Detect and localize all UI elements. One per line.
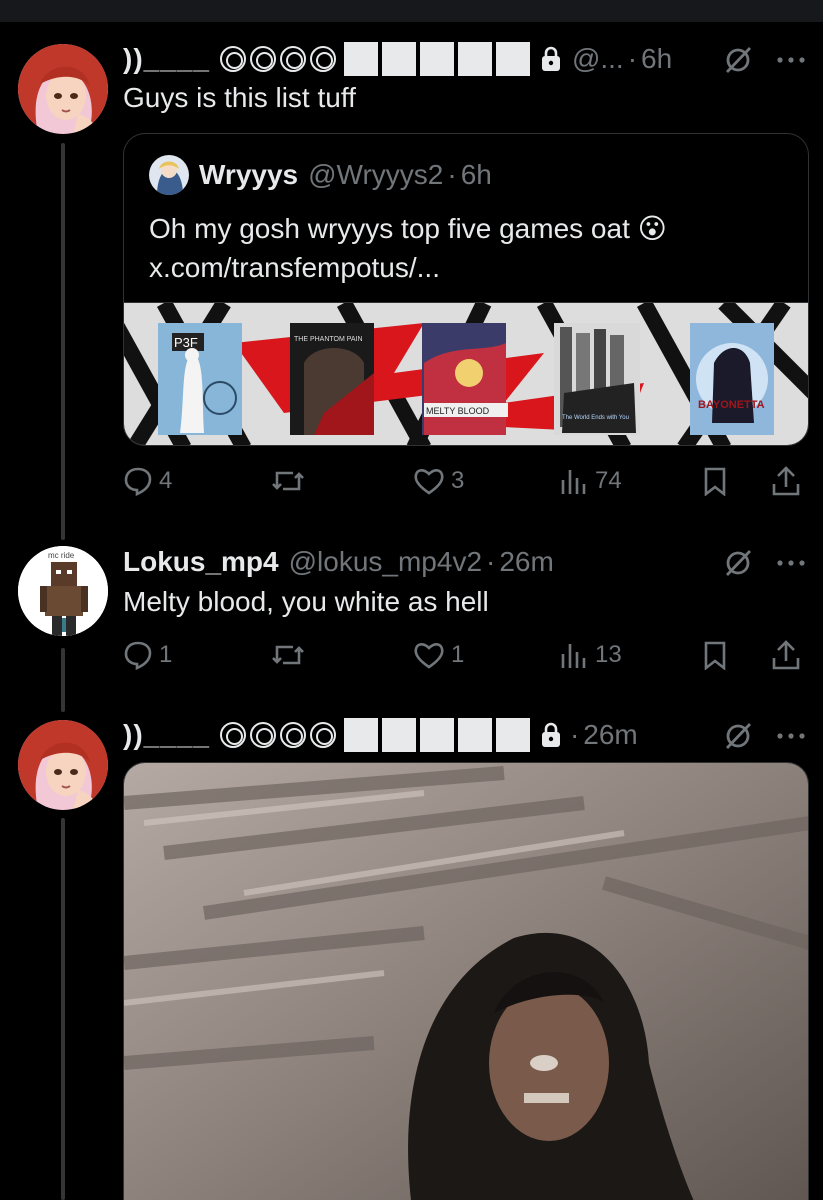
tweet-text: Melty blood, you white as hell — [123, 586, 489, 617]
tweet-media-image[interactable] — [123, 762, 809, 1200]
tweet-text: Guys is this list tuff — [123, 82, 356, 113]
timestamp[interactable]: 26m — [499, 546, 553, 578]
grok-icon[interactable] — [722, 720, 754, 752]
game-title: MELTY BLOOD — [426, 406, 490, 416]
game-title: BAYONETTA — [698, 399, 765, 411]
lock-icon — [540, 722, 562, 748]
game-title: The World Ends with You — [562, 415, 629, 421]
views-icon — [559, 466, 589, 496]
thread-connector — [61, 818, 65, 1200]
views-count: 13 — [595, 641, 622, 668]
share-icon — [771, 465, 801, 497]
game-title: THE PHANTOM PAIN — [294, 336, 363, 343]
share-icon — [771, 639, 801, 671]
quote-handle[interactable]: @Wryyys2 — [308, 159, 443, 191]
timestamp[interactable]: 26m — [583, 719, 637, 751]
quote-text-line: Oh my gosh wryyys top five games oat — [149, 213, 630, 244]
thread-connector — [61, 143, 65, 540]
quote-text: Oh my gosh wryyys top five games oat 😮 — [149, 212, 667, 245]
avatar-caption: mc ride — [48, 551, 75, 560]
handle[interactable]: @... — [572, 43, 624, 75]
grok-icon[interactable] — [722, 547, 754, 579]
separator: · — [486, 546, 496, 577]
share-button[interactable] — [771, 463, 801, 499]
like-count: 1 — [451, 641, 465, 668]
separator: · — [569, 719, 580, 750]
more-icon[interactable] — [776, 731, 806, 741]
bookmark-icon — [701, 640, 729, 670]
like-button[interactable]: 1 — [413, 637, 464, 673]
views-icon — [559, 640, 589, 670]
quote-avatar[interactable] — [149, 155, 189, 195]
views-count: 74 — [595, 467, 622, 494]
reply-icon — [123, 466, 153, 496]
display-name[interactable]: ))____ — [123, 719, 210, 751]
bookmark-button[interactable] — [701, 463, 729, 499]
like-icon — [413, 640, 445, 670]
views-button[interactable]: 13 — [559, 637, 622, 673]
reply-count: 4 — [159, 467, 173, 494]
reply-button[interactable]: 1 — [123, 637, 172, 673]
emoji: 😮 — [637, 212, 667, 245]
handle[interactable]: @lokus_mp4v2 — [289, 546, 482, 578]
like-button[interactable]: 3 — [413, 463, 464, 499]
quote-display-name[interactable]: Wryyys — [199, 159, 298, 191]
retweet-icon — [271, 466, 305, 496]
like-icon — [413, 466, 445, 496]
share-button[interactable] — [771, 637, 801, 673]
thread-connector — [61, 648, 65, 712]
grok-icon[interactable] — [722, 44, 754, 76]
game-title: P3F — [174, 335, 198, 350]
quote-timestamp[interactable]: 6h — [461, 159, 492, 191]
name-decoration — [343, 42, 530, 76]
separator: · — [447, 159, 457, 190]
more-icon[interactable] — [776, 558, 806, 568]
top-bar — [0, 0, 823, 22]
retweet-icon — [271, 640, 305, 670]
reply-count: 1 — [159, 641, 173, 668]
reply-icon — [123, 640, 153, 670]
bookmark-button[interactable] — [701, 637, 729, 673]
views-button[interactable]: 74 — [559, 463, 622, 499]
bookmark-icon — [701, 466, 729, 496]
reply-button[interactable]: 4 — [123, 463, 172, 499]
lock-icon — [540, 46, 562, 72]
name-decoration — [219, 722, 336, 748]
more-icon[interactable] — [776, 55, 806, 65]
display-name[interactable]: ))____ — [123, 43, 210, 75]
avatar[interactable] — [18, 44, 108, 134]
timestamp[interactable]: 6h — [641, 43, 672, 75]
separator: · — [627, 43, 638, 74]
quote-image[interactable]: P3F THE PHANTOM PAIN MELTY BLOOD The Wor… — [124, 302, 808, 445]
like-count: 3 — [451, 467, 465, 494]
retweet-button[interactable] — [271, 463, 305, 499]
name-decoration — [219, 46, 336, 72]
quote-tweet-card[interactable]: Wryyys @Wryyys2 · 6h Oh my gosh wryyys t… — [123, 133, 809, 446]
avatar[interactable]: mc ride — [18, 546, 108, 636]
display-name[interactable]: Lokus_mp4 — [123, 546, 279, 578]
retweet-button[interactable] — [271, 637, 305, 673]
name-decoration — [343, 718, 530, 752]
avatar[interactable] — [18, 720, 108, 810]
quote-link[interactable]: x.com/transfempotus/... — [149, 252, 440, 284]
